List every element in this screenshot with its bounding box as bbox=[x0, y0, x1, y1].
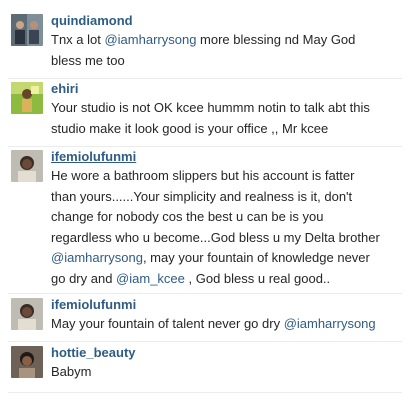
mention-link[interactable]: @iamharrysong bbox=[284, 316, 376, 331]
divider bbox=[8, 78, 402, 79]
comment-text-segment: Babym bbox=[51, 364, 92, 379]
comment-text: Tnx a lot @iamharrysong more blessing nd… bbox=[51, 30, 401, 71]
comment-username[interactable]: ifemiolufunmi bbox=[51, 149, 136, 165]
comment-username[interactable]: ifemiolufunmi bbox=[51, 297, 136, 313]
comment-text-segment: May your fountain of talent never go dry bbox=[51, 316, 284, 331]
comment-text-segment: studio make it look good is your office … bbox=[51, 120, 329, 136]
comment-text: Babym bbox=[51, 362, 401, 383]
avatar[interactable] bbox=[11, 14, 43, 46]
comment-username[interactable]: hottie_beauty bbox=[51, 345, 136, 361]
avatar[interactable] bbox=[11, 82, 43, 114]
divider bbox=[8, 392, 402, 393]
avatar[interactable] bbox=[11, 346, 43, 378]
mention-link[interactable]: @iamharrysong bbox=[104, 32, 196, 47]
avatar[interactable] bbox=[11, 298, 43, 330]
comment-text-segment: Tnx a lot bbox=[51, 32, 105, 47]
divider bbox=[8, 293, 402, 294]
comment-text-segment: He wore a bathroom slippers but his acco… bbox=[51, 168, 355, 183]
comment-text: He wore a bathroom slippers but his acco… bbox=[51, 166, 401, 289]
comment-text-segment: regardless who u become...God bless u my… bbox=[51, 229, 380, 245]
comment-text-segment: more blessing nd May God bbox=[196, 32, 356, 47]
divider bbox=[8, 146, 402, 147]
avatar[interactable] bbox=[11, 150, 43, 182]
comment-text-segment: bless me too bbox=[51, 52, 125, 68]
comment-text-segment: , may your fountain of knowledge never bbox=[142, 250, 370, 265]
comment-text: May your fountain of talent never go dry… bbox=[51, 314, 401, 335]
mention-link[interactable]: @iam_kcee bbox=[116, 271, 185, 286]
comment-text: Your studio is not OK kcee hummm notin t… bbox=[51, 98, 401, 139]
comment-username[interactable]: ehiri bbox=[51, 81, 78, 97]
comment-text-segment: , God bless u real good.. bbox=[184, 270, 331, 286]
comment-text-segment: change for nobody cos the best u can be … bbox=[51, 209, 324, 224]
comment-text-segment: Your studio is not OK kcee hummm notin t… bbox=[51, 100, 370, 115]
mention-link[interactable]: @iamharrysong bbox=[51, 250, 143, 265]
comment-text-segment: than yours......Your simplicity and real… bbox=[51, 188, 353, 204]
comment-username[interactable]: quindiamond bbox=[51, 13, 133, 29]
comment-text-segment: go dry and bbox=[51, 270, 117, 286]
divider bbox=[8, 341, 402, 342]
